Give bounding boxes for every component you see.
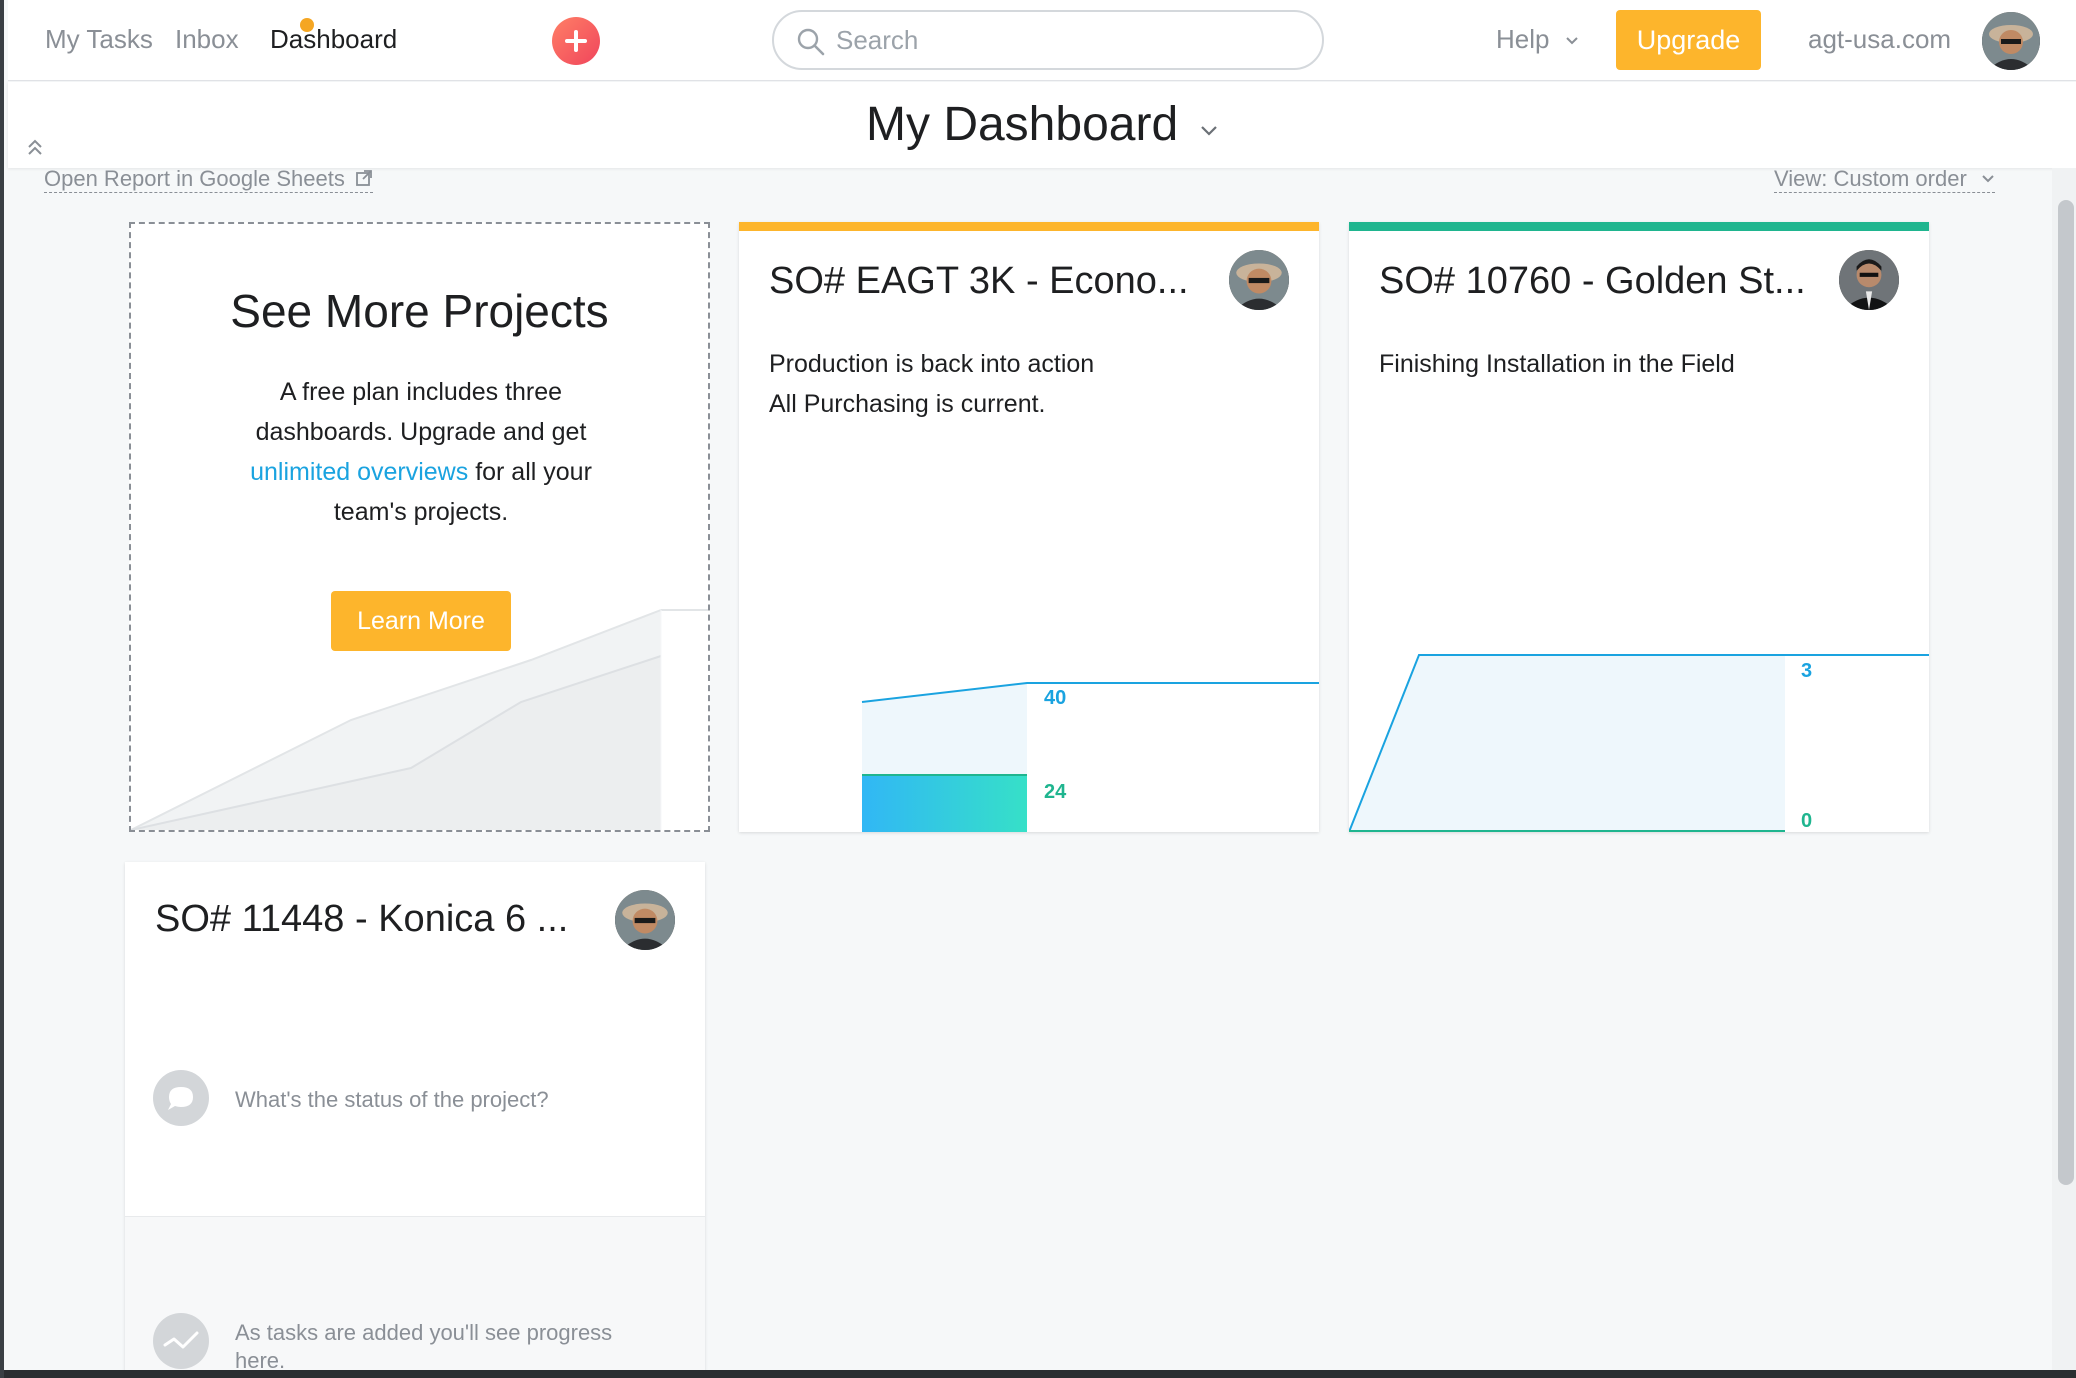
burnup-chart [861, 682, 1319, 832]
window-bottom-edge [4, 1370, 2076, 1378]
promo-title: See More Projects [230, 285, 609, 337]
nav-dashboard[interactable]: Dashboard [270, 24, 397, 55]
project-card[interactable]: SO# 10760 - Golden St... Finishing Insta… [1349, 222, 1929, 832]
promo-decorative-chart [131, 609, 708, 830]
double-chevron-up-icon[interactable] [24, 137, 46, 159]
learn-more-button[interactable]: Learn More [331, 591, 511, 651]
avatar-photo-icon [1982, 12, 2040, 70]
top-navigation-bar: My Tasks Inbox Dashboard Help Upgrade ag… [8, 0, 2076, 81]
help-menu[interactable]: Help [1496, 24, 1579, 55]
promo-description: A free plan includes three dashboards. U… [221, 372, 621, 532]
nav-inbox[interactable]: Inbox [175, 24, 239, 55]
help-label: Help [1496, 24, 1550, 54]
external-link-icon [356, 170, 372, 186]
project-owner-avatar[interactable] [615, 890, 675, 950]
view-order-dropdown[interactable]: View: Custom order [1774, 166, 1995, 193]
burnup-chart [1349, 654, 1929, 832]
dashboard-header: My Dashboard [8, 82, 2076, 168]
workspace-switcher[interactable]: agt-usa.com [1808, 24, 1951, 55]
completed-tasks-count: 0 [1801, 810, 1813, 832]
search-bar[interactable] [772, 10, 1324, 70]
completed-tasks-count: 24 [1044, 781, 1067, 803]
project-card[interactable]: SO# 11448 - Konica 6 ... What's the stat… [125, 862, 705, 1378]
speech-bubble-icon [153, 1070, 209, 1126]
chevron-down-icon[interactable] [1198, 120, 1220, 142]
open-report-link[interactable]: Open Report in Google Sheets [44, 166, 373, 193]
user-avatar[interactable] [1982, 12, 2040, 70]
total-tasks-count: 40 [1044, 687, 1067, 709]
chevron-down-icon [1982, 175, 1994, 183]
progress-note: As tasks are added you'll see progress h… [235, 1320, 613, 1373]
project-title[interactable]: SO# 11448 - Konica 6 ... [155, 898, 605, 941]
status-prompt[interactable]: What's the status of the project? [235, 1086, 549, 1114]
view-order-label: View: Custom order [1774, 166, 1967, 191]
total-tasks-count: 3 [1801, 660, 1813, 682]
completed-tasks-area [862, 775, 1027, 832]
progress-placeholder-area: As tasks are added you'll see progress h… [125, 1216, 705, 1378]
search-input[interactable] [836, 22, 1306, 58]
upgrade-button[interactable]: Upgrade [1616, 10, 1761, 70]
open-report-label: Open Report in Google Sheets [44, 166, 345, 191]
total-tasks-area [1349, 655, 1785, 832]
avatar-photo-icon [615, 890, 675, 950]
app-window: My Tasks Inbox Dashboard Help Upgrade ag… [0, 0, 2076, 1378]
project-card[interactable]: SO# EAGT 3K - Econo... Production is bac… [739, 222, 1319, 832]
see-more-projects-card: See More Projects A free plan includes t… [129, 222, 710, 832]
progress-chart-icon [153, 1313, 209, 1369]
scrollbar-thumb[interactable] [2058, 200, 2074, 1185]
nav-my-tasks[interactable]: My Tasks [45, 24, 153, 55]
quick-add-button[interactable] [552, 17, 600, 65]
page-title[interactable]: My Dashboard [866, 97, 1178, 152]
promo-text-before: A free plan includes three dashboards. U… [255, 378, 587, 446]
search-icon [797, 28, 825, 56]
unlimited-overviews-link[interactable]: unlimited overviews [250, 458, 468, 486]
chevron-down-icon [1566, 37, 1578, 45]
